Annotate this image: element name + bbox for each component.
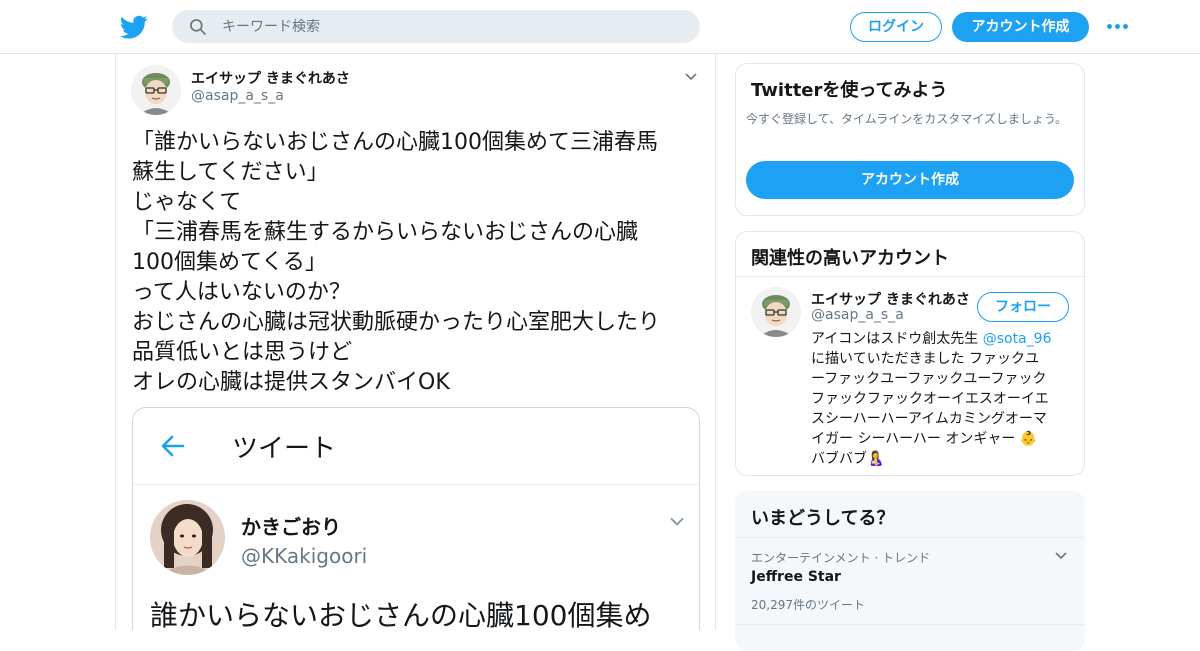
trends-card: いまどうしてる？ エンターテインメント · トレンド Jeffree Star …	[735, 491, 1085, 651]
trends-card-title: いまどうしてる？	[751, 508, 895, 529]
tweet-text: 「誰かいらないおじさんの心臓100個集めて三浦春馬 蘇生してください」 じゃなく…	[132, 128, 702, 398]
tweet-column: エイサップ きまぐれあさ @asap_a_s_a 「誰かいらないおじさんの心臓1…	[115, 54, 716, 630]
author-name[interactable]: エイサップ きまぐれあさ	[191, 68, 350, 88]
trend-count: 20,297件のツイート	[751, 598, 865, 612]
search-input[interactable]	[222, 10, 682, 43]
follow-button[interactable]: フォロー	[977, 292, 1069, 322]
quoted-text: 誰かいらないおじさんの心臓100個集め	[150, 599, 652, 630]
bio-line: アイコンはスドウ創太先生 @sota_96	[811, 331, 1052, 347]
tweet-line: 品質低いとは思うけど	[132, 340, 353, 365]
bio-line: バブバブ🤱	[811, 451, 885, 467]
bio-line: ーファックユーファックユーファック	[811, 371, 1047, 387]
chevron-down-icon[interactable]	[1054, 551, 1068, 561]
trend-category: エンターテインメント · トレンド	[751, 551, 931, 565]
tweet-line: 蘇生してください」	[132, 160, 329, 185]
signup-card-description: 今すぐ登録して、タイムラインをカスタマイズしましょう。	[746, 112, 1068, 126]
trend-topic[interactable]: Jeffree Star	[751, 569, 841, 585]
account-bio: アイコンはスドウ創太先生 @sota_96 に描いていただきました ファックユ …	[811, 329, 1073, 469]
divider	[736, 276, 1084, 277]
search-box[interactable]	[172, 10, 700, 43]
signup-card-button[interactable]: アカウント作成	[746, 161, 1074, 199]
signup-card-title: Twitterを使ってみよう	[751, 80, 948, 101]
bio-line: に描いていただきました ファックユ	[811, 351, 1040, 367]
account-handle[interactable]: @asap_a_s_a	[811, 307, 904, 323]
top-bar: ログイン アカウント作成	[0, 0, 1200, 54]
quoted-avatar	[150, 500, 225, 575]
author-handle[interactable]: @asap_a_s_a	[191, 88, 284, 104]
tweet-line: オレの心臓は提供スタンバイOK	[132, 370, 450, 395]
quoted-handle: @KKakigoori	[241, 544, 368, 568]
chevron-down-icon	[670, 517, 684, 526]
tweet-line: おじさんの心臓は冠状動脈硬かったり心室肥大したり	[132, 310, 661, 335]
attached-screenshot[interactable]: ツイート かきごおり @KKakigoori 誰かいらないおじさんの心臓100個…	[132, 407, 700, 630]
tweet-line: って人はいないのか？	[132, 280, 351, 305]
related-accounts-card: 関連性の高いアカウント エイサップ きまぐれあさ @asap_a_s_a フォロ…	[735, 231, 1085, 476]
chevron-down-icon[interactable]	[684, 72, 698, 82]
tweet-line: じゃなくて	[132, 190, 242, 215]
more-dots-icon[interactable]	[1106, 18, 1130, 34]
signup-button[interactable]: アカウント作成	[952, 12, 1089, 42]
signup-card: Twitterを使ってみよう 今すぐ登録して、タイムラインをカスタマイズしましょ…	[735, 63, 1085, 216]
bio-line: イガー シーハーハー オンギャー 👶	[811, 431, 1038, 447]
bio-line: ファックファックオーイエスオーイエ	[811, 391, 1049, 407]
related-card-title: 関連性の高いアカウント	[751, 248, 949, 269]
back-arrow-icon	[161, 435, 185, 457]
tweet-line: 「三浦春馬を蘇生するからいらないおじさんの心臓	[132, 220, 639, 245]
author-avatar[interactable]	[131, 65, 181, 115]
screenshot-header: ツイート	[133, 408, 699, 485]
divider	[736, 624, 1084, 625]
screenshot-title: ツイート	[232, 434, 337, 464]
mention-link[interactable]: @sota_96	[983, 331, 1052, 347]
search-icon	[190, 19, 206, 35]
tweet-line: 100個集めてくる」	[132, 250, 327, 275]
divider	[736, 537, 1084, 538]
tweet-line: 「誰かいらないおじさんの心臓100個集めて三浦春馬	[132, 130, 658, 155]
login-button[interactable]: ログイン	[850, 12, 942, 42]
account-avatar[interactable]	[751, 287, 801, 337]
bio-line: スシーハーハーアイムカミングオーマ	[811, 411, 1047, 427]
account-name[interactable]: エイサップ きまぐれあさ	[811, 289, 971, 309]
quoted-name: かきごおり	[241, 515, 341, 539]
twitter-bird-icon[interactable]	[120, 13, 148, 41]
